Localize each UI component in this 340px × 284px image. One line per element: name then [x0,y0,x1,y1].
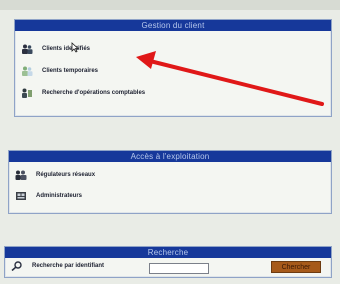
search-row: Recherche par identifiant [5,261,105,272]
menu-item-network-regulators[interactable]: Régulateurs réseaux [9,170,95,180]
menu-item-network-regulators-label: Régulateurs réseaux [36,172,96,178]
administrators-icon [15,191,27,201]
magnifier-icon [11,261,23,272]
search-button[interactable]: Chercher [271,261,321,273]
search-panel-title: Recherche [5,247,331,258]
annotation-arrow-icon [136,51,324,106]
operations-panel: Accès à l'exploitation Régulateurs résea… [8,150,332,214]
operations-panel-title: Accès à l'exploitation [9,151,331,162]
search-by-id-label: Recherche par identifiant [32,263,105,269]
menu-item-administrators-label: Administrateurs [36,193,83,199]
identifier-search-input[interactable] [149,263,209,274]
regulators-icon [15,170,27,180]
search-panel: Recherche Recherche par identifiant Cher… [4,246,332,278]
menu-item-administrators[interactable]: Administrateurs [9,191,82,201]
